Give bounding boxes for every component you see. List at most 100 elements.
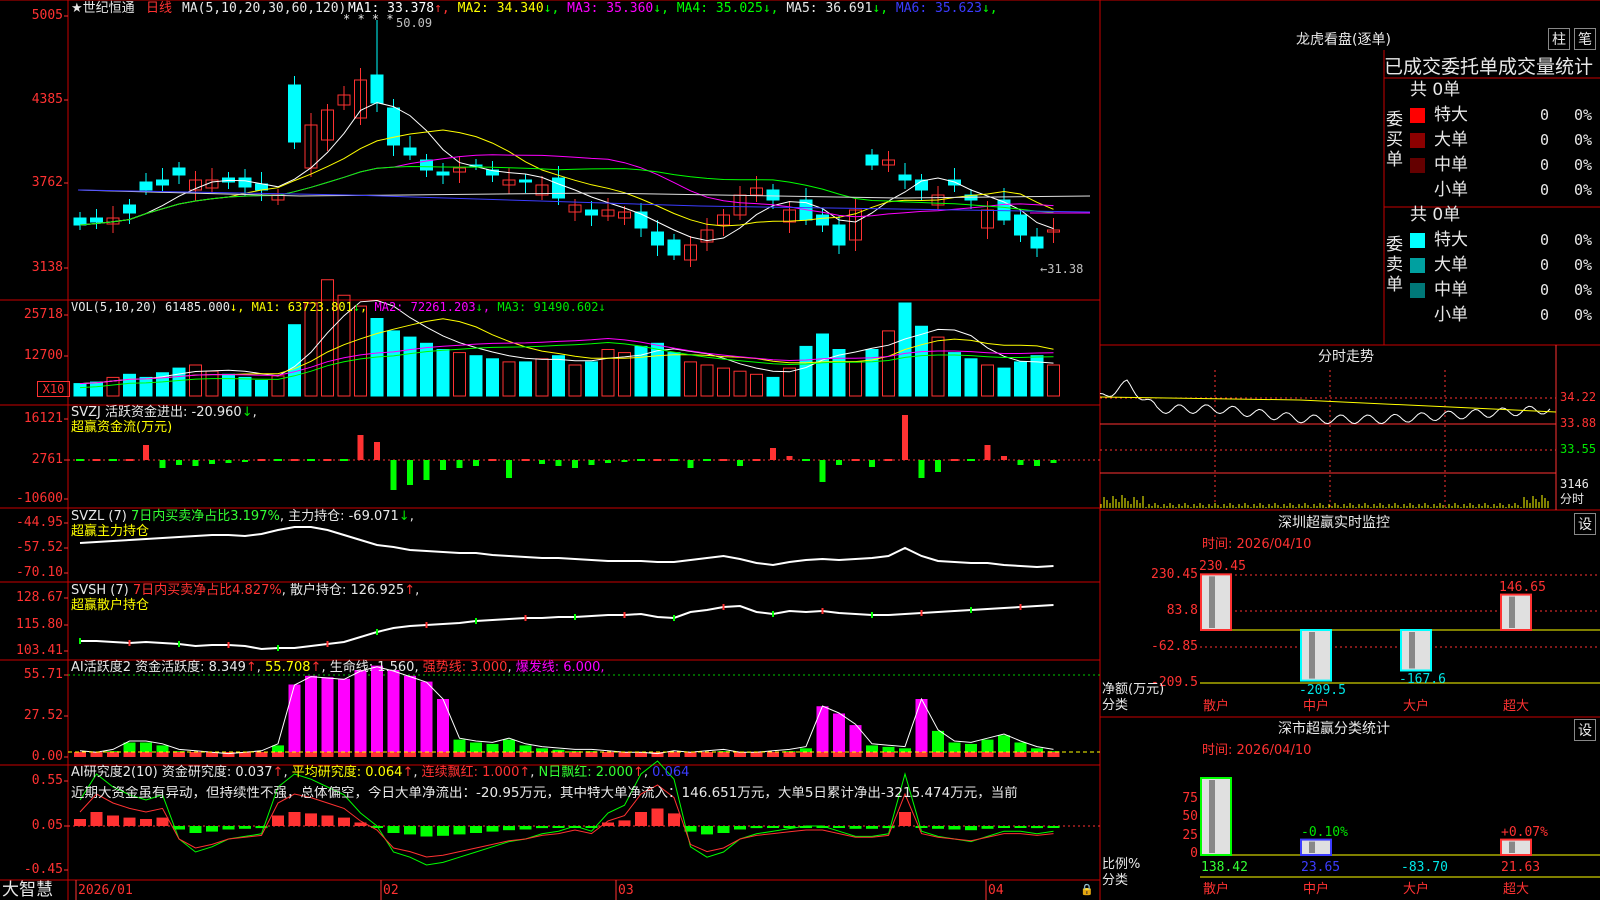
flow-bar-out xyxy=(1050,460,1057,463)
active-bar-base xyxy=(189,752,202,757)
active-bar-magenta xyxy=(404,675,416,757)
y-axis-label: -70.10 xyxy=(16,565,63,580)
class-time: 时间: 2026/04/10 xyxy=(1202,743,1312,758)
candle-down xyxy=(519,179,532,183)
active-bar-magenta xyxy=(371,665,383,757)
order-swatch xyxy=(1410,183,1425,198)
vol-bar-down xyxy=(90,381,103,397)
flow-bar-out xyxy=(819,460,826,482)
active-bar-base xyxy=(965,752,977,757)
candle-down xyxy=(238,177,252,188)
research-bar-down xyxy=(750,826,763,829)
order-swatch xyxy=(1410,108,1425,123)
ma-value-4: MA4: 35.025 xyxy=(676,1,763,16)
monitor-y-label: 83.8 xyxy=(1166,603,1198,618)
dragon-subtitle: 已成交委托单成交量统计 xyxy=(1384,56,1594,78)
intraday-price-high: 34.22 xyxy=(1560,390,1597,404)
flow-bar-in xyxy=(1001,456,1007,460)
order-swatch xyxy=(1410,133,1425,148)
research-bar-up xyxy=(668,813,680,826)
active-bar-base xyxy=(618,752,631,757)
candle-down xyxy=(73,217,87,226)
flow-bar-in xyxy=(374,442,380,460)
flow-bar-in xyxy=(902,415,908,460)
active-bar-base xyxy=(288,752,301,757)
candle-down xyxy=(1014,214,1027,236)
vol-bar-down xyxy=(486,358,499,397)
svsh-subtitle: 超赢散户持仓 xyxy=(71,598,150,613)
class-bottom-label: -83.70 xyxy=(1401,860,1448,875)
svzj-header: SVZJ 活跃资金进出: -20.960↓, xyxy=(71,405,257,420)
y-axis-label: 103.41 xyxy=(16,643,63,658)
active-bar-base xyxy=(602,752,614,757)
vol-bar-down xyxy=(667,352,681,397)
active-bar-base xyxy=(899,752,911,757)
ma-params: MA(5,10,20,30,60,120) xyxy=(182,1,347,16)
order-swatch xyxy=(1410,158,1425,173)
monitor-settings-button[interactable]: 设 xyxy=(1574,513,1596,535)
active-bar-base xyxy=(948,752,961,757)
flow-bar-out xyxy=(192,460,199,466)
flow-bar-out xyxy=(869,460,875,467)
x-axis-label: 03 xyxy=(618,883,634,898)
flow-bar-in xyxy=(770,448,776,460)
flow-bar-out xyxy=(918,460,925,478)
candle-down xyxy=(898,174,912,181)
candle-down xyxy=(651,231,664,246)
vol-bar-down xyxy=(964,358,978,397)
candle-down xyxy=(156,179,169,186)
monitor-value-label: -209.5 xyxy=(1299,682,1346,698)
research-bar-down xyxy=(915,826,928,828)
period-label[interactable]: 日线 xyxy=(146,1,172,16)
vol-bar-down xyxy=(73,383,87,397)
class-bar-shade xyxy=(1209,780,1215,853)
bar-view-button[interactable]: 柱 xyxy=(1548,28,1570,50)
active-bar-base xyxy=(437,752,449,757)
order-pct: 0% xyxy=(1574,131,1593,149)
monitor-category: 中户 xyxy=(1303,699,1330,714)
monitor-bar-shade xyxy=(1209,576,1215,628)
research-bar-down xyxy=(453,826,466,835)
order-count: 0 xyxy=(1540,256,1550,274)
svzl-header: SVZL (7) 7日内买卖净占比3.197%, 主力持仓: -69.071↓, xyxy=(71,509,414,524)
vol-bar-up xyxy=(1047,364,1060,397)
vol-bar-up xyxy=(931,336,945,397)
research-bar-down xyxy=(965,826,977,831)
active-bar-base xyxy=(833,752,845,757)
flow-bar-out xyxy=(687,460,694,468)
monitor-y-label: 230.45 xyxy=(1151,567,1198,582)
svzj-subtitle: 超赢资金流(万元) xyxy=(71,420,173,435)
monitor-category: 大户 xyxy=(1403,699,1430,714)
class-y-label: 50 xyxy=(1182,809,1198,824)
monitor-category: 超大 xyxy=(1503,699,1530,714)
active-bar-magenta xyxy=(288,684,301,757)
order-pct: 0% xyxy=(1574,106,1593,124)
vol-bar-up xyxy=(981,364,994,397)
class-settings-button[interactable]: 设 xyxy=(1574,719,1596,741)
y-axis-label: 0.00 xyxy=(31,749,63,764)
research-bar-down xyxy=(1031,826,1043,829)
research-bar-up xyxy=(272,815,284,826)
active-bar-base xyxy=(453,752,466,757)
y-axis-label: 2761 xyxy=(31,452,63,467)
order-count: 0 xyxy=(1540,231,1550,249)
tick-view-button[interactable]: 笔 xyxy=(1574,28,1596,50)
flow-bar-out xyxy=(572,460,578,468)
research-bar-down xyxy=(189,826,202,833)
candle-down xyxy=(403,147,417,156)
active-bar-base xyxy=(717,752,730,757)
ai-research-header: AI研究度2(10) 资金研究度: 0.037↑, 平均研究度: 0.064↑,… xyxy=(71,765,690,780)
order-type-label: 小单 xyxy=(1434,180,1468,200)
active-bar-base xyxy=(816,752,829,757)
vol-bar-up xyxy=(700,364,714,397)
candle-down xyxy=(288,84,301,143)
stock-name[interactable]: ★世纪恒通 xyxy=(71,1,135,16)
vol-bar-down xyxy=(948,352,961,397)
vol-bar-down xyxy=(288,324,301,397)
flow-bar-out xyxy=(506,460,512,478)
vol-bar-down xyxy=(469,355,483,397)
vol-bar-up xyxy=(717,367,730,397)
monitor-bar xyxy=(1200,573,1232,631)
research-bar-up xyxy=(288,812,301,826)
brand-label[interactable]: 大智慧 xyxy=(2,880,53,900)
